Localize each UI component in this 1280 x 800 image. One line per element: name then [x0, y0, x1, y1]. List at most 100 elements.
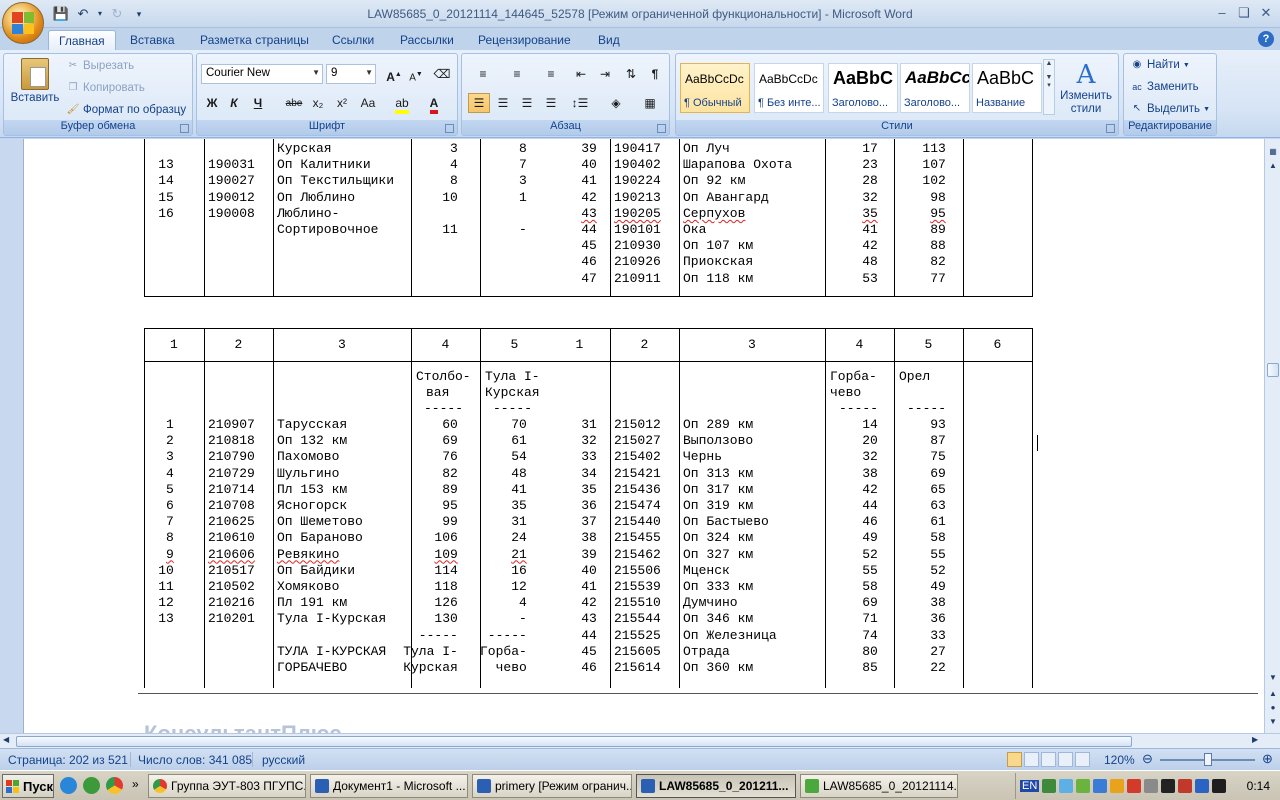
web-layout-icon[interactable]: [1041, 752, 1056, 767]
tab-review[interactable]: Рецензирование: [468, 30, 581, 50]
font-launcher-icon[interactable]: [445, 124, 454, 133]
cut-button[interactable]: ✂ Вырезать: [66, 59, 134, 73]
style-title[interactable]: AaBbC Название: [972, 63, 1042, 113]
next-page-icon[interactable]: ▼: [1267, 717, 1279, 729]
ruler-toggle-icon[interactable]: ▦: [1267, 147, 1279, 159]
zoom-out-icon[interactable]: ⊖: [1142, 751, 1153, 767]
sort-button[interactable]: ⇅: [620, 64, 642, 84]
style-normal[interactable]: AaBbCcDc ¶ Обычный: [680, 63, 750, 113]
align-center-button[interactable]: ☰: [492, 93, 514, 113]
find-button[interactable]: ◉ Найти ▼: [1130, 58, 1190, 72]
utorrent-icon[interactable]: [83, 777, 100, 794]
show-marks-button[interactable]: ¶: [644, 64, 666, 84]
style-no-spacing[interactable]: AaBbCcDc ¶ Без инте...: [754, 63, 824, 113]
tab-page-layout[interactable]: Разметка страницы: [190, 30, 319, 50]
vertical-scrollbar[interactable]: ▦ ▲ ▼ ▲ ● ▼: [1264, 139, 1280, 733]
outline-view-icon[interactable]: [1058, 752, 1073, 767]
tray-flag-icon[interactable]: [1178, 779, 1193, 793]
taskbar-item-primery[interactable]: primery [Режим огранич...: [472, 774, 632, 798]
vertical-scroll-thumb[interactable]: [1267, 363, 1279, 377]
tab-view[interactable]: Вид: [588, 30, 630, 50]
borders-button[interactable]: ▦: [636, 93, 664, 113]
copy-button[interactable]: ❐ Копировать: [66, 81, 145, 95]
clear-format-icon[interactable]: ⌫: [431, 64, 453, 84]
font-size-select[interactable]: 9 ▼: [326, 64, 376, 84]
language-indicator[interactable]: русский: [262, 753, 305, 767]
tab-home[interactable]: Главная: [48, 30, 116, 50]
italic-button[interactable]: К: [223, 93, 245, 113]
help-icon[interactable]: ?: [1258, 31, 1274, 47]
chrome-icon[interactable]: [106, 777, 123, 794]
prev-page-icon[interactable]: ▲: [1267, 689, 1279, 701]
styles-scroll[interactable]: ▲ ▼ ▾: [1043, 59, 1055, 115]
justify-button[interactable]: ☰: [540, 93, 562, 113]
tray-bluetooth-icon[interactable]: [1093, 779, 1108, 793]
paste-button[interactable]: Вставить: [8, 58, 62, 104]
subscript-button[interactable]: x₂: [307, 93, 329, 113]
minimize-icon[interactable]: –: [1212, 4, 1232, 22]
paragraph-launcher-icon[interactable]: [657, 124, 666, 133]
start-button[interactable]: Пуск: [2, 774, 54, 798]
zoom-in-icon[interactable]: ⊕: [1262, 751, 1273, 767]
tray-app-icon[interactable]: [1212, 779, 1227, 793]
scroll-left-icon[interactable]: ◀: [3, 735, 9, 744]
font-color-button[interactable]: A: [421, 93, 447, 114]
strikethrough-button[interactable]: abe: [283, 93, 305, 113]
tab-insert[interactable]: Вставка: [120, 30, 185, 50]
replace-button[interactable]: ac Заменить: [1130, 80, 1198, 94]
taskbar-item-law-2[interactable]: LAW85685_0_20121114...: [800, 774, 958, 798]
style-heading-1[interactable]: AaBbC Заголово...: [828, 63, 898, 113]
skype-icon[interactable]: [60, 777, 77, 794]
format-painter-button[interactable]: 🖌 Формат по образцу: [66, 103, 186, 117]
office-button[interactable]: [2, 2, 44, 44]
shading-button[interactable]: ◈: [602, 93, 630, 113]
font-name-select[interactable]: Courier New ▼: [201, 64, 323, 84]
tab-references[interactable]: Ссылки: [322, 30, 384, 50]
taskbar-item-word-doc1[interactable]: Документ1 - Microsoft ...: [310, 774, 468, 798]
select-browse-object-icon[interactable]: ●: [1267, 703, 1279, 715]
shrink-font-button[interactable]: A▼: [405, 64, 427, 84]
numbering-button[interactable]: ≡: [502, 64, 532, 84]
highlight-button[interactable]: ab: [389, 93, 415, 114]
clipboard-launcher-icon[interactable]: [180, 124, 189, 133]
align-right-button[interactable]: ☰: [516, 93, 538, 113]
word-count[interactable]: Число слов: 341 085: [138, 753, 252, 767]
change-styles-button[interactable]: A Изменить стили: [1058, 60, 1114, 116]
tray-utorrent-icon[interactable]: [1076, 779, 1091, 793]
language-badge[interactable]: EN: [1020, 780, 1040, 792]
bold-button[interactable]: Ж: [201, 93, 223, 113]
decrease-indent-button[interactable]: ⇤: [570, 64, 592, 84]
multilevel-list-button[interactable]: ≡: [536, 64, 566, 84]
page-indicator[interactable]: Страница: 202 из 521: [8, 753, 128, 767]
tray-power-icon[interactable]: [1110, 779, 1125, 793]
zoom-slider-thumb[interactable]: [1204, 753, 1212, 766]
underline-button[interactable]: Ч: [247, 93, 269, 113]
tray-monitor-icon[interactable]: [1161, 779, 1176, 793]
scroll-up-icon[interactable]: ▲: [1267, 161, 1279, 173]
increase-indent-button[interactable]: ⇥: [594, 64, 616, 84]
tray-network-icon[interactable]: [1042, 779, 1057, 793]
horizontal-scrollbar[interactable]: ◀ ▶: [0, 733, 1280, 748]
change-case-button[interactable]: Aa: [355, 93, 381, 113]
document-page[interactable]: Курская 3 8 39 190417 Оп Луч 17 113 13 190031 Оп К…: [24, 139, 1264, 733]
clock[interactable]: 0:14: [1247, 779, 1270, 793]
print-layout-view-icon[interactable]: [1007, 752, 1022, 767]
superscript-button[interactable]: x²: [331, 93, 353, 113]
quick-launch-more-icon[interactable]: »: [132, 777, 139, 791]
bullets-button[interactable]: ≡: [468, 64, 498, 84]
grow-font-button[interactable]: A▲: [383, 64, 405, 84]
close-icon[interactable]: ✕: [1256, 4, 1276, 22]
scroll-down-icon[interactable]: ▼: [1267, 673, 1279, 685]
select-button[interactable]: ↖ Выделить ▼: [1130, 102, 1210, 116]
taskbar-item-chrome[interactable]: Группа ЭУТ-803 ПГУПС...: [148, 774, 306, 798]
align-left-button[interactable]: ☰: [468, 93, 490, 113]
styles-launcher-icon[interactable]: [1106, 124, 1115, 133]
tray-vk-icon[interactable]: [1195, 779, 1210, 793]
tray-volume-icon[interactable]: [1144, 779, 1159, 793]
restore-icon[interactable]: ❏: [1234, 4, 1254, 22]
taskbar-item-law-active[interactable]: LAW85685_0_201211...: [636, 774, 796, 798]
draft-view-icon[interactable]: [1075, 752, 1090, 767]
scroll-right-icon[interactable]: ▶: [1252, 735, 1258, 744]
full-screen-reading-icon[interactable]: [1024, 752, 1039, 767]
tray-skype-icon[interactable]: [1059, 779, 1074, 793]
